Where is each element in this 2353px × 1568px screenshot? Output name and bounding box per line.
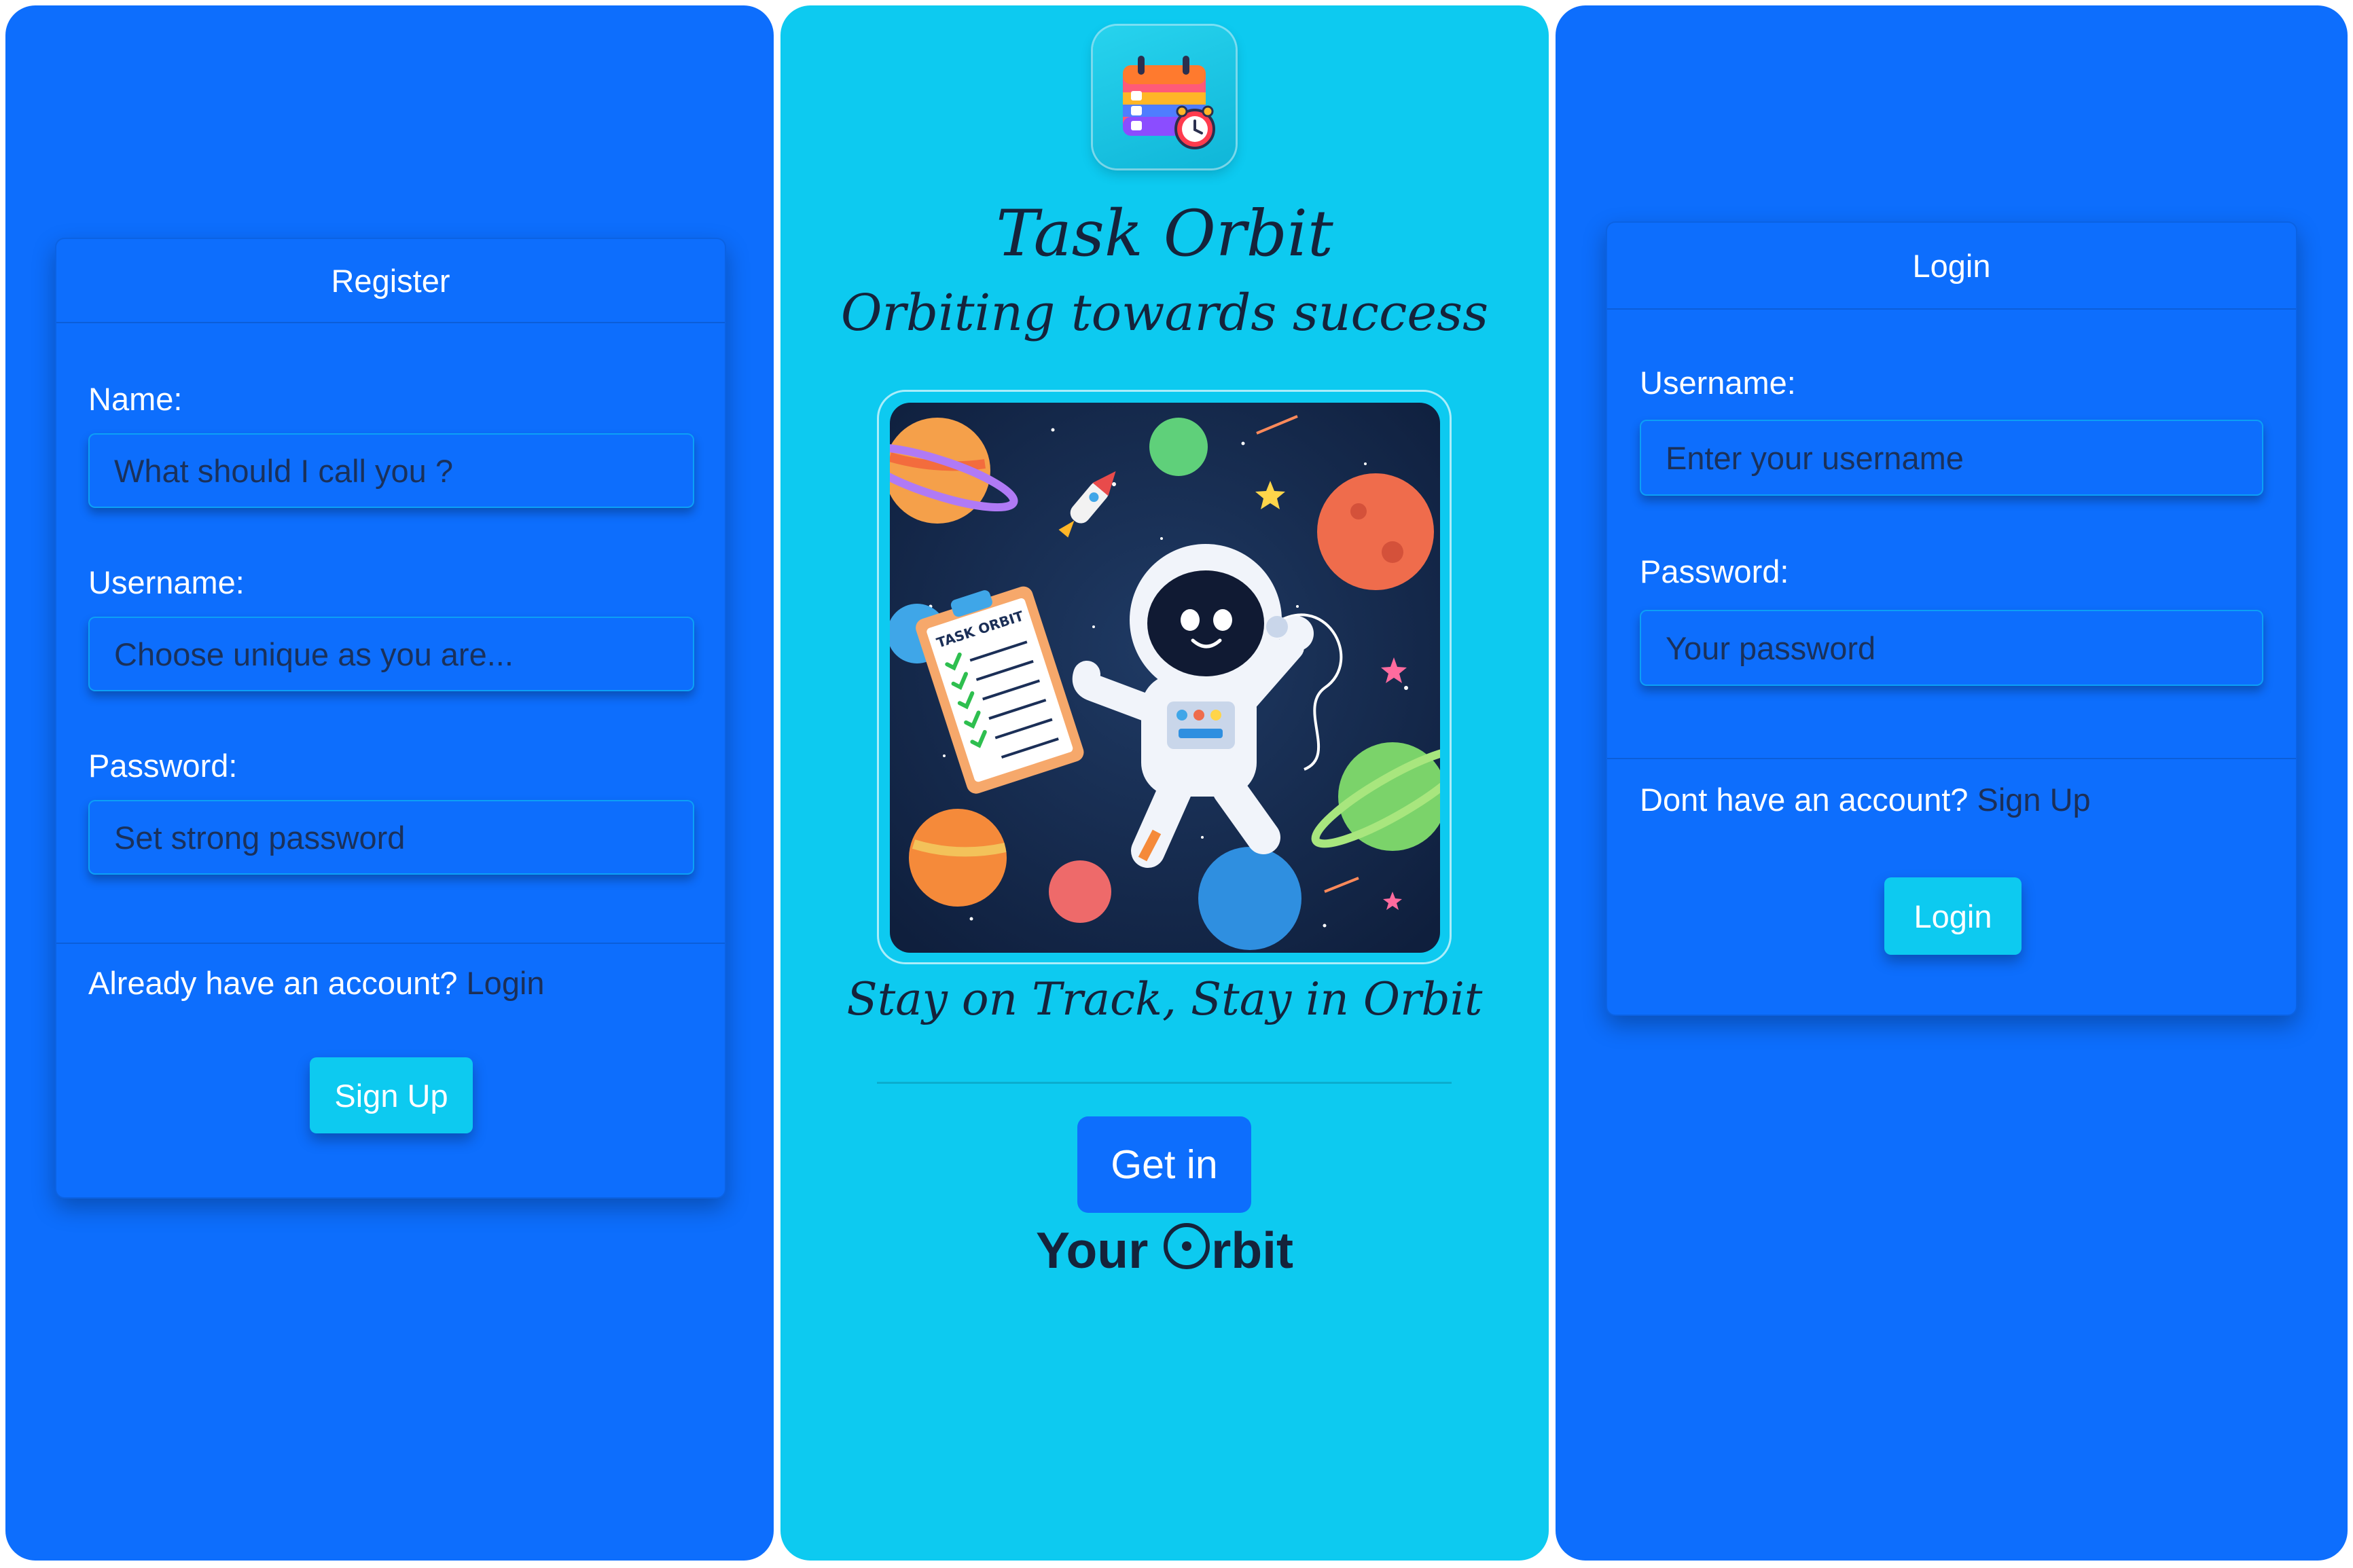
username-input[interactable] (88, 617, 694, 691)
astronaut-illustration: TASK ORBIT (890, 403, 1440, 953)
orbit-o-icon (1164, 1223, 1210, 1269)
register-footer-divider (56, 943, 725, 944)
app-name: Task Orbit (996, 197, 1333, 271)
login-username-input[interactable] (1640, 420, 2263, 496)
login-card: Login Username: Password: Dont have an a… (1606, 221, 2297, 1016)
login-card-header: Login (1607, 223, 2296, 310)
your-orbit-prefix: Your (1036, 1222, 1149, 1279)
password-label: Password: (88, 748, 238, 784)
register-card: Register Name: Username: Password: Alrea… (55, 238, 726, 1199)
register-footer-text: Already have an account? (88, 965, 458, 1001)
hero-illustration-frame: TASK ORBIT (877, 390, 1452, 964)
landing-panel: Task Orbit Orbiting towards success TASK… (780, 5, 1549, 1561)
slogan: Stay on Track, Stay in Orbit (846, 973, 1483, 1025)
login-link[interactable]: Login (467, 965, 545, 1001)
login-footer-divider (1607, 758, 2296, 759)
login-password-label: Password: (1640, 553, 1789, 589)
password-input[interactable] (88, 800, 694, 875)
register-title: Register (331, 262, 450, 299)
login-title: Login (1912, 247, 1991, 284)
your-orbit-text: Your rbit (780, 1221, 1549, 1279)
your-orbit-suffix: rbit (1211, 1222, 1293, 1279)
register-panel: Register Name: Username: Password: Alrea… (5, 5, 774, 1561)
login-button[interactable]: Login (1884, 877, 2022, 955)
login-username-label: Username: (1640, 365, 1796, 401)
name-label: Name: (88, 381, 183, 417)
username-label: Username: (88, 564, 245, 600)
register-card-header: Register (56, 239, 725, 323)
register-footer: Already have an account? Login (88, 964, 545, 1002)
tagline: Orbiting towards success (840, 284, 1489, 342)
login-footer: Dont have an account? Sign Up (1640, 781, 2091, 818)
name-input[interactable] (88, 433, 694, 508)
login-footer-text: Dont have an account? (1640, 782, 1969, 818)
sign-up-link[interactable]: Sign Up (1977, 782, 2090, 818)
landing-divider (877, 1082, 1452, 1084)
get-in-button[interactable]: Get in (1077, 1116, 1251, 1213)
app-icon (1093, 26, 1236, 168)
calendar-clock-icon (1123, 56, 1215, 149)
login-panel: Login Username: Password: Dont have an a… (1556, 5, 2348, 1561)
login-password-input[interactable] (1640, 610, 2263, 686)
sign-up-button[interactable]: Sign Up (310, 1057, 473, 1133)
